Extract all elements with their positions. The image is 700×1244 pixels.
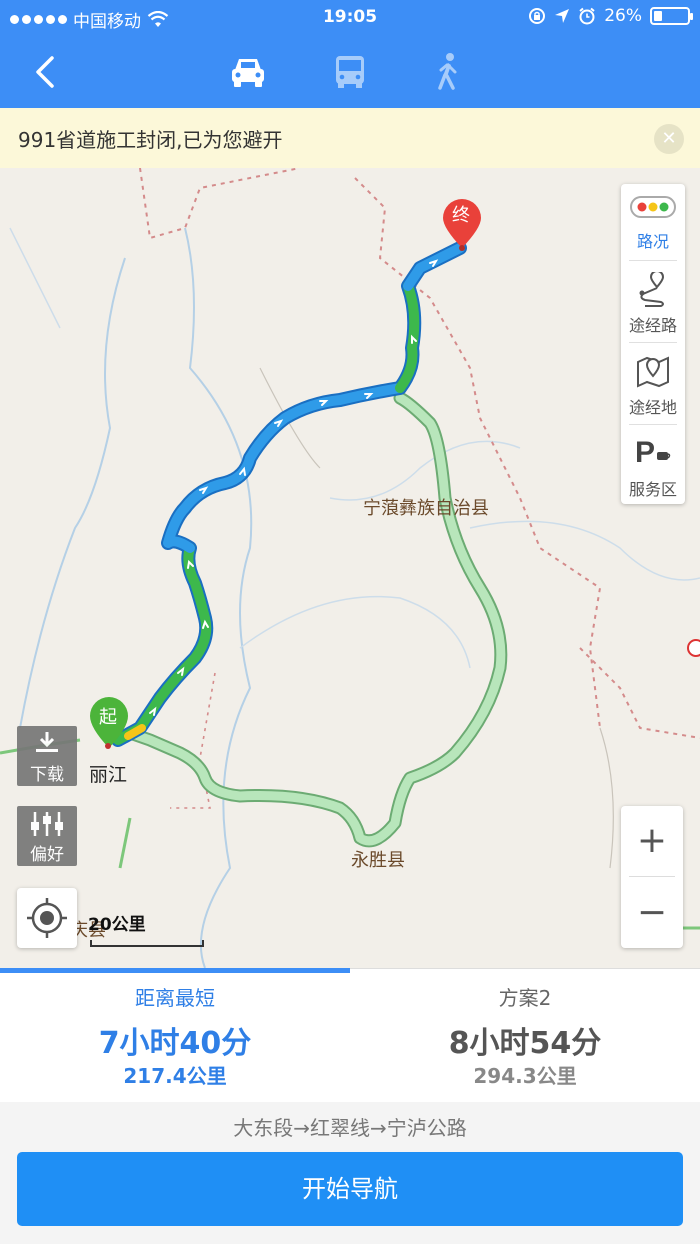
download-label: 下载: [30, 765, 64, 785]
svg-text:P: P: [635, 436, 655, 469]
notice-text: 991省道施工封闭,已为您避开: [18, 127, 283, 152]
start-navigation-button[interactable]: 开始导航: [17, 1152, 683, 1226]
route-duration: 8小时54分: [448, 1026, 602, 1061]
notice-close-button[interactable]: ✕: [654, 124, 684, 154]
battery-icon: [650, 7, 693, 25]
route-preference-button[interactable]: 偏好: [17, 806, 77, 866]
route-pin-icon: [639, 272, 665, 307]
route-name: 方案2: [498, 986, 552, 1010]
battery-percent: 26%: [604, 6, 642, 26]
locate-me-button[interactable]: [17, 888, 77, 948]
map-label-yongsheng: 永胜县: [351, 850, 405, 871]
rotation-lock-icon: [529, 8, 546, 24]
close-icon: ✕: [661, 128, 677, 149]
walk-icon: [438, 53, 457, 90]
zoom-control: + −: [621, 806, 683, 948]
map-label-lijiang: 丽江: [89, 764, 128, 786]
mode-car-button[interactable]: [226, 50, 270, 94]
route-duration: 7小时40分: [98, 1026, 252, 1061]
start-marker-label: 起: [99, 707, 117, 728]
map-scale-label: 20公里: [88, 915, 146, 935]
route-name: 距离最短: [135, 986, 215, 1010]
route-option-1[interactable]: 距离最短 7小时40分 217.4公里: [0, 968, 350, 1102]
waypoint-place-button[interactable]: 途经地: [621, 344, 685, 424]
zoom-in-button[interactable]: +: [621, 806, 683, 876]
location-arrow-icon: [555, 9, 570, 23]
route-options: 距离最短 7小时40分 217.4公里 方案2 8小时54分 294.3公里: [0, 968, 700, 1102]
car-icon: [232, 59, 264, 87]
mode-bus-button[interactable]: [328, 50, 372, 94]
alarm-icon: [579, 7, 595, 25]
chevron-left-icon: [36, 56, 54, 88]
route-distance: 217.4公里: [123, 1064, 227, 1088]
map-canvas: [0, 168, 700, 968]
zoom-out-button[interactable]: −: [621, 878, 683, 948]
waypoint-route-label: 途经路: [628, 316, 677, 335]
end-marker-label: 终: [452, 205, 470, 226]
route-option-2[interactable]: 方案2 8小时54分 294.3公里: [350, 968, 700, 1102]
service-area-label: 服务区: [628, 480, 677, 499]
traffic-toggle[interactable]: 路况: [621, 184, 685, 264]
map-pin-icon: [637, 356, 669, 388]
traffic-label: 路况: [636, 232, 669, 251]
map-label-ninglang: 宁蒗彝族自治县: [363, 498, 489, 519]
traffic-light-icon: [630, 196, 676, 218]
service-area-button[interactable]: P 服务区: [621, 426, 685, 506]
preference-label: 偏好: [30, 845, 64, 865]
route-map[interactable]: 终 起 宁蒗彝族自治县 永胜县 丽江 庆县 20公里 路况 途经路 途经地 P …: [0, 168, 700, 968]
waypoint-route-button[interactable]: 途经路: [621, 262, 685, 342]
detour-notice: 991省道施工封闭,已为您避开 ✕: [0, 108, 700, 168]
waypoint-place-label: 途经地: [628, 398, 677, 417]
route-distance: 294.3公里: [473, 1064, 577, 1088]
status-bar: 中国移动 19:05 26%: [0, 0, 700, 36]
mode-walk-button[interactable]: [426, 50, 470, 94]
back-button[interactable]: [28, 52, 64, 92]
sliders-icon: [31, 812, 63, 836]
bus-icon: [336, 56, 364, 88]
map-scale-bar: [90, 940, 204, 947]
offline-download-button[interactable]: 下载: [17, 726, 77, 786]
via-roads: 大东段→红翠线→宁泸公路: [0, 1102, 700, 1150]
parking-service-icon: P: [635, 436, 671, 469]
top-bar: 中国移动 19:05 26%: [0, 0, 700, 108]
nav-bar: [0, 36, 700, 108]
download-icon: [36, 732, 58, 752]
map-side-panel: 路况 途经路 途经地 P 服务区: [621, 184, 685, 504]
crosshair-icon: [27, 898, 67, 938]
